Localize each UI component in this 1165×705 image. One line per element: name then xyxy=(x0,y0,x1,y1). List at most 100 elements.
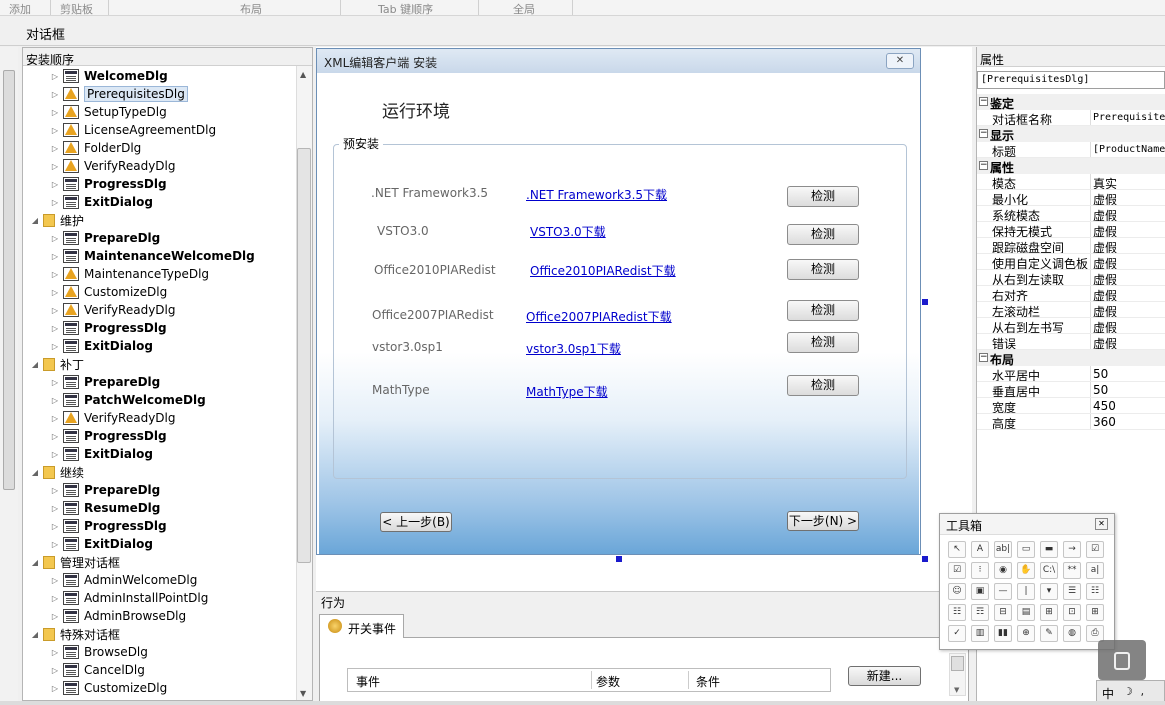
property-value[interactable]: 50 xyxy=(1093,367,1108,381)
property-value[interactable]: Prerequisite xyxy=(1093,112,1165,123)
scrollable-text-tool-icon[interactable]: a| xyxy=(1086,562,1104,579)
expand-arrow-icon[interactable]: ▷ xyxy=(50,270,60,279)
volume-list-tool-icon[interactable]: ⊟ xyxy=(994,604,1012,621)
expand-arrow-icon[interactable]: ▷ xyxy=(50,180,60,189)
resize-handle[interactable] xyxy=(922,299,928,305)
tree-item[interactable]: ▷ AdminInstallPointDlg xyxy=(50,589,208,607)
checkbox-blue-tool-icon[interactable]: ☑ xyxy=(948,562,966,579)
property-category[interactable]: − 布局 xyxy=(977,350,1165,366)
column-condition[interactable]: 条件 xyxy=(696,673,720,690)
behavior-scrollbar-thumb[interactable] xyxy=(951,656,964,671)
collapse-arrow-icon[interactable]: ◢ xyxy=(30,468,40,477)
disk-tool-icon[interactable]: ◍ xyxy=(1063,625,1081,642)
link-tool-icon[interactable]: ✎ xyxy=(1040,625,1058,642)
tree-item[interactable]: ▷ VerifyReadyDlg xyxy=(50,157,176,175)
collapse-arrow-icon[interactable]: ◢ xyxy=(30,630,40,639)
list-view-tool-icon[interactable]: ☷ xyxy=(948,604,966,621)
tree-folder[interactable]: ◢ 特殊对话框 xyxy=(30,625,120,643)
property-row[interactable]: 最小化 虚假 xyxy=(977,190,1165,206)
checkbox-tool-icon[interactable]: ☑ xyxy=(1086,541,1104,558)
tree-item[interactable]: ▷ ProgressDlg xyxy=(50,427,167,445)
property-row[interactable]: 右对齐 虚假 xyxy=(977,286,1165,302)
collapse-arrow-icon[interactable]: ◢ xyxy=(30,360,40,369)
moon-icon[interactable]: ☽ xyxy=(1123,685,1133,698)
tree-item[interactable]: ▷ ExitDialog xyxy=(50,535,153,553)
property-row[interactable]: 跟踪磁盘空间 虚假 xyxy=(977,238,1165,254)
tree-item[interactable]: ▷ CancelDlg xyxy=(50,661,145,679)
expand-arrow-icon[interactable]: ▷ xyxy=(50,396,60,405)
property-value[interactable]: 虚假 xyxy=(1093,191,1117,205)
scroll-down-arrow-icon[interactable]: ▼ xyxy=(954,686,959,694)
expand-arrow-icon[interactable]: ▷ xyxy=(50,288,60,297)
check-button[interactable]: 检测 xyxy=(787,332,859,353)
property-row[interactable]: 保持无模式 虚假 xyxy=(977,222,1165,238)
tab-control-events[interactable]: 开关事件 xyxy=(319,614,404,638)
tree-item[interactable]: ▷ ProgressDlg xyxy=(50,319,167,337)
push-button-tool-icon[interactable]: ▭ xyxy=(1017,541,1035,558)
expand-arrow-icon[interactable]: ▷ xyxy=(50,108,60,117)
expand-arrow-icon[interactable]: ▷ xyxy=(50,450,60,459)
tree-item[interactable]: ▷ PrerequisitesDlg xyxy=(50,85,188,103)
close-icon[interactable]: ✕ xyxy=(1095,518,1108,530)
property-value[interactable]: 虚假 xyxy=(1093,223,1117,237)
tree-item[interactable]: ▷ ResumeDlg xyxy=(50,499,160,517)
check-button[interactable]: 检测 xyxy=(787,224,859,245)
prereq-download-link[interactable]: .NET Framework3.5下载 xyxy=(526,186,667,203)
expand-arrow-icon[interactable]: ▷ xyxy=(50,522,60,531)
text-tool-icon[interactable]: A xyxy=(971,541,989,558)
punctuation-icon[interactable]: ⸴ xyxy=(1141,685,1144,700)
property-category[interactable]: − 鉴定 xyxy=(977,94,1165,110)
billboard-tool-icon[interactable]: ⊡ xyxy=(1063,604,1081,621)
resize-handle[interactable] xyxy=(922,556,928,562)
progress-tool-icon[interactable]: ⊞ xyxy=(1040,604,1058,621)
behavior-scrollbar[interactable]: ▼ xyxy=(949,653,966,696)
ime-mode-label[interactable]: 中 xyxy=(1102,685,1114,702)
property-row[interactable]: 从右到左书写 虚假 xyxy=(977,318,1165,334)
expand-arrow-icon[interactable]: ▷ xyxy=(50,324,60,333)
tree-folder[interactable]: ◢ 继续 xyxy=(30,463,84,481)
next-button[interactable]: 下一步(N) > xyxy=(787,511,859,531)
back-button[interactable]: < 上一步(B) xyxy=(380,512,452,532)
property-value[interactable]: 虚假 xyxy=(1093,319,1117,333)
outer-scrollbar-thumb[interactable] xyxy=(3,70,15,490)
collapse-icon[interactable]: − xyxy=(979,161,988,170)
edit-field-tool-icon[interactable]: ab| xyxy=(994,541,1012,558)
properties-object-selector[interactable]: [PrerequisitesDlg] xyxy=(977,71,1165,89)
collapse-arrow-icon[interactable]: ◢ xyxy=(30,216,40,225)
selection-tree-tool-icon[interactable]: ☶ xyxy=(971,604,989,621)
property-value[interactable]: 450 xyxy=(1093,399,1116,413)
property-value[interactable]: 真实 xyxy=(1093,175,1117,189)
radio-button-tool-icon[interactable]: ◉ xyxy=(994,562,1012,579)
expand-arrow-icon[interactable]: ▷ xyxy=(50,414,60,423)
prereq-download-link[interactable]: vstor3.0sp1下载 xyxy=(526,340,621,357)
tree-item[interactable]: ▷ AdminWelcomeDlg xyxy=(50,571,197,589)
prereq-download-link[interactable]: Office2010PIARedist下载 xyxy=(530,262,676,279)
tree-item[interactable]: ▷ PatchWelcomeDlg xyxy=(50,391,206,409)
property-value[interactable]: 虚假 xyxy=(1093,207,1117,221)
resize-handle[interactable] xyxy=(616,556,622,562)
tree-item[interactable]: ▷ ProgressDlg xyxy=(50,175,167,193)
arrow-button-tool-icon[interactable]: → xyxy=(1063,541,1081,558)
property-value[interactable]: 虚假 xyxy=(1093,303,1117,317)
volume-combo-tool-icon[interactable]: ▤ xyxy=(1017,604,1035,621)
property-category[interactable]: − 显示 xyxy=(977,126,1165,142)
tree-item[interactable]: ▷ ExitDialog xyxy=(50,193,153,211)
property-value[interactable]: 虚假 xyxy=(1093,255,1117,269)
hand-tool-icon[interactable]: ✋ xyxy=(1017,562,1035,579)
expand-arrow-icon[interactable]: ▷ xyxy=(50,576,60,585)
tree-item[interactable]: ▷ AdminBrowseDlg xyxy=(50,607,186,625)
expand-arrow-icon[interactable]: ▷ xyxy=(50,486,60,495)
path-edit-tool-icon[interactable]: C:\ xyxy=(1040,562,1058,579)
property-row[interactable]: 左滚动栏 虚假 xyxy=(977,302,1165,318)
expand-arrow-icon[interactable]: ▷ xyxy=(50,234,60,243)
expand-arrow-icon[interactable]: ▷ xyxy=(50,144,60,153)
expand-arrow-icon[interactable]: ▷ xyxy=(50,306,60,315)
expand-arrow-icon[interactable]: ▷ xyxy=(50,648,60,657)
tree-item[interactable]: ▷ CustomizeDlg xyxy=(50,679,167,697)
line-tool-icon[interactable]: — xyxy=(994,583,1012,600)
tree-item[interactable]: ▷ ExitDialog xyxy=(50,337,153,355)
tree-item[interactable]: ▷ PrepareDlg xyxy=(50,481,160,499)
tree-item[interactable]: ▷ VerifyReadyDlg xyxy=(50,409,176,427)
tree-item[interactable]: ▷ ProgressDlg xyxy=(50,517,167,535)
property-value[interactable]: 虚假 xyxy=(1093,335,1117,349)
